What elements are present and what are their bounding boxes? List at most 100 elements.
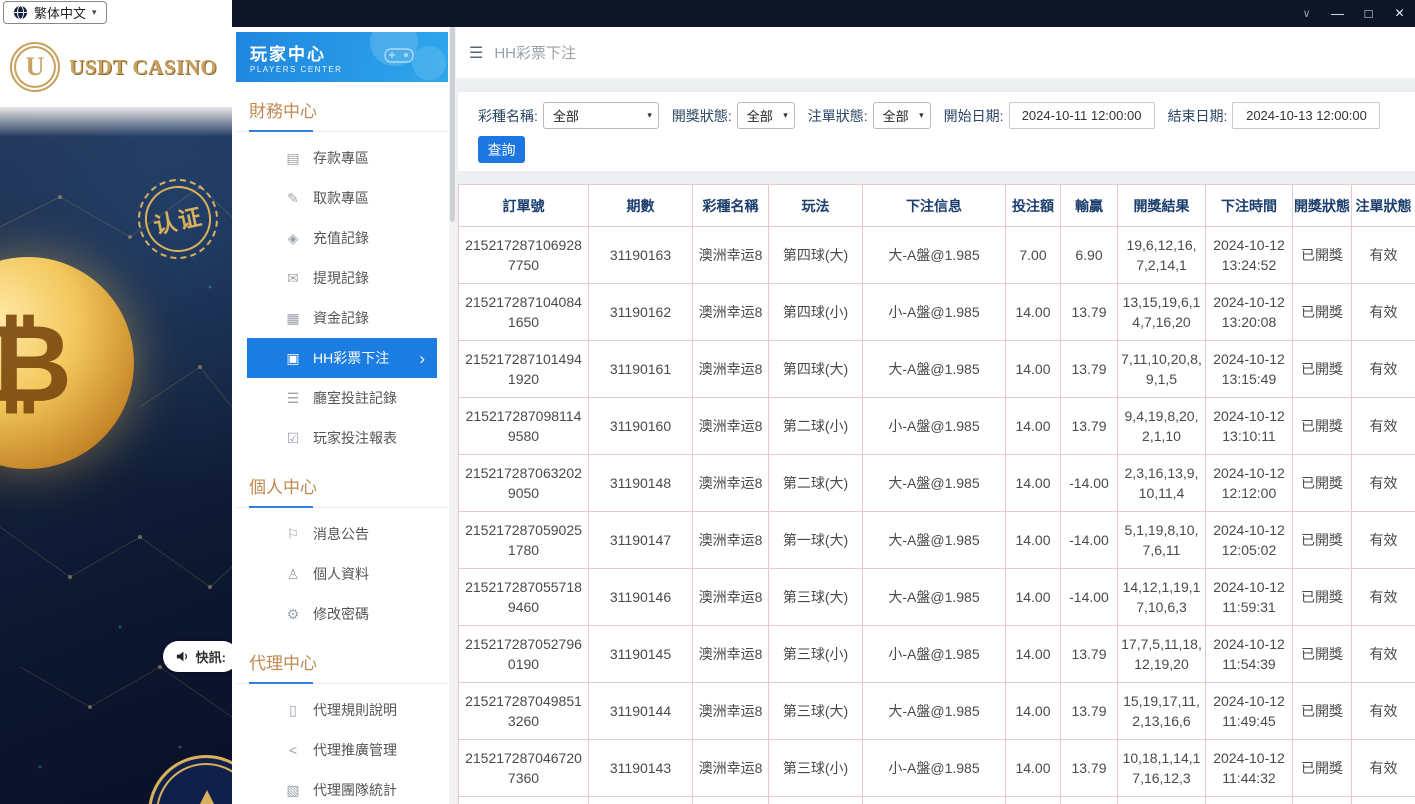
cell-bet_info: 大-A盤@1.985 [863,569,1006,626]
cell-win_loss: 13.79 [1061,284,1118,341]
lottery-bet-icon: ▣ [285,350,301,367]
caret-down-icon: ▾ [783,110,788,121]
brand-emblem: U [10,42,60,92]
cell-order_no: 2152172871014941920 [459,341,589,398]
sidebar-item-label: 代理團隊統計 [313,780,397,800]
cell-bet_amount: 14.00 [1006,284,1061,341]
table-row: 215217287055718946031190146澳洲幸运8第三球(大)大-… [459,569,1415,626]
cell-order_status: 有效 [1352,341,1415,398]
maximize-button[interactable]: □ [1353,0,1384,27]
cell-bet_amount: 14.00 [1006,455,1061,512]
cell-draw_result: 15,19,17,11,2,13,16,6 [1118,683,1206,740]
cell-bet_time: 2024-10-12 13:10:11 [1206,398,1293,455]
cell-draw_status: 已開獎 [1293,227,1352,284]
lottery-name-select[interactable]: 全部 ▾ [543,102,659,129]
language-label: 繁体中文 [34,3,86,22]
search-button[interactable]: 查詢 [478,136,525,163]
cell-bet_amount: 14.00 [1006,569,1061,626]
sidebar-item-agent-team-stats[interactable]: ▧代理團隊統計› [247,770,437,804]
sidebar-item-agent-promotion[interactable]: <代理推廣管理› [247,730,437,770]
sidebar-item-label: 資金記錄 [313,308,369,328]
globe-icon [13,5,28,20]
cell-draw_status: 已開獎 [1293,626,1352,683]
minimize-button[interactable]: — [1322,0,1353,27]
sidebar-item-room-bet-records[interactable]: ☰廳室投註記錄› [247,378,437,418]
cell-bet_info: 大-A盤@1.985 [863,455,1006,512]
sidebar-item-label: 充值記錄 [313,228,369,248]
cell-order_status: 有效 [1352,455,1415,512]
draw-status-select[interactable]: 全部 ▾ [737,102,795,129]
cell-play: 第四球(小) [769,284,863,341]
order-status-value: 全部 [883,106,909,125]
cell-lottery_name: 澳洲幸运8 [693,626,769,683]
close-button[interactable]: × [1384,0,1415,27]
sidebar-item-announcements[interactable]: ⚐消息公告› [247,514,437,554]
cell-period: 31190163 [589,227,693,284]
cell-draw_result: 13,15,19,6,14,7,16,20 [1118,284,1206,341]
start-date-input[interactable] [1009,102,1155,129]
cell-play: 第二球(大) [769,455,863,512]
sidebar-item-withdraw-area[interactable]: ✎取款專區› [247,178,437,218]
cell-win_loss: 13.79 [1061,341,1118,398]
bets-table-card: 訂單號期數彩種名稱玩法下注信息投注額輸贏開獎結果下注時間開獎狀態注單狀態 215… [458,184,1415,804]
sidebar-item-hh-lottery-bets[interactable]: ▣HH彩票下注› [247,338,437,378]
end-date-input[interactable] [1232,102,1380,129]
cell-play: 第二球(小) [769,398,863,455]
column-header-order_no: 訂單號 [459,185,589,227]
sidebar-scrollbar[interactable] [449,27,456,804]
news-ticker[interactable]: 快訊: [163,641,232,672]
main-topbar: ☰ HH彩票下注 [456,27,1415,78]
table-row: 215217287098114958031190160澳洲幸运8第二球(小)小-… [459,398,1415,455]
sidebar-item-change-password[interactable]: ⚙修改密碼› [247,594,437,634]
window-titlebar: ∨ — □ × [232,0,1415,27]
draw-status-value: 全部 [747,106,773,125]
order-status-select[interactable]: 全部 ▾ [873,102,931,129]
cell-lottery_name: 澳洲幸运8 [693,455,769,512]
sidebar-item-recharge-records[interactable]: ◈充值記錄› [247,218,437,258]
cell-bet_amount: 14.00 [1006,398,1061,455]
column-header-lottery_name: 彩種名稱 [693,185,769,227]
cell-order_status: 有效 [1352,398,1415,455]
cell-draw_status: 已開獎 [1293,683,1352,740]
language-selector[interactable]: 繁体中文 ▾ [3,1,107,24]
main-area: ☰ HH彩票下注 彩種名稱: 全部 ▾ 開獎狀態: 全部 ▾ 注單狀態: [456,27,1415,804]
sidebar-item-label: 代理推廣管理 [313,740,397,760]
cell-bet_info: 大-A盤@1.985 [863,512,1006,569]
table-row: 215217287101494192031190161澳洲幸运8第四球(大)大-… [459,341,1415,398]
sidebar-item-deposit-area[interactable]: ▤存款專區› [247,138,437,178]
cell-bet_time: 2024-10-12 11:59:31 [1206,569,1293,626]
cell-win_loss: 13.79 [1061,683,1118,740]
cell-bet_info: 大-A盤@1.985 [863,683,1006,740]
cell-play: 第四球(大) [769,227,863,284]
column-header-play: 玩法 [769,185,863,227]
cell-order_status: 有效 [1352,512,1415,569]
sidebar-item-funds-records[interactable]: ▦資金記錄› [247,298,437,338]
table-row: 215217287104084165031190162澳洲幸运8第四球(小)小-… [459,284,1415,341]
cell-play: 第三球(大) [769,569,863,626]
table-row: 215217287059025178031190147澳洲幸运8第一球(大)大-… [459,512,1415,569]
sidebar-scrollbar-thumb[interactable] [450,27,455,222]
cell-bet_time: 2024-10-12 12:12:00 [1206,455,1293,512]
page-title: HH彩票下注 [494,42,576,63]
cell-lottery_name: 澳洲幸运8 [693,512,769,569]
brand-logo: U USDT CASINO [0,27,232,107]
bottom-emblem-mark [187,790,227,804]
cell-order_no: 2152172870632029050 [459,455,589,512]
cell-period: 31190144 [589,683,693,740]
cell-draw_status: 已開獎 [1293,284,1352,341]
news-ticker-label: 快訊: [196,647,226,666]
sidebar-item-cashout-records[interactable]: ✉提現記錄› [247,258,437,298]
sidebar-section-title: 代理中心 [236,634,448,684]
cell-order_no: 2152172870557189460 [459,569,589,626]
menu-toggle-icon[interactable]: ☰ [469,43,483,63]
lottery-name-label: 彩種名稱: [478,106,538,126]
sidebar-item-player-bet-report[interactable]: ☑玩家投注報表› [247,418,437,458]
window-chevron-icon[interactable]: ∨ [1291,0,1322,27]
sidebar-item-profile[interactable]: ♙個人資料› [247,554,437,594]
bitcoin-symbol: ₿ [0,301,72,426]
sidebar-item-agent-rules[interactable]: ▯代理規則說明› [247,690,437,730]
funds-record-icon: ▦ [285,310,301,327]
cell-draw_result: 17,7,5,11,18,12,19,20 [1118,626,1206,683]
cell-win_loss: -14.00 [1061,569,1118,626]
cell-bet_time: 2024-10-12 13:15:49 [1206,341,1293,398]
